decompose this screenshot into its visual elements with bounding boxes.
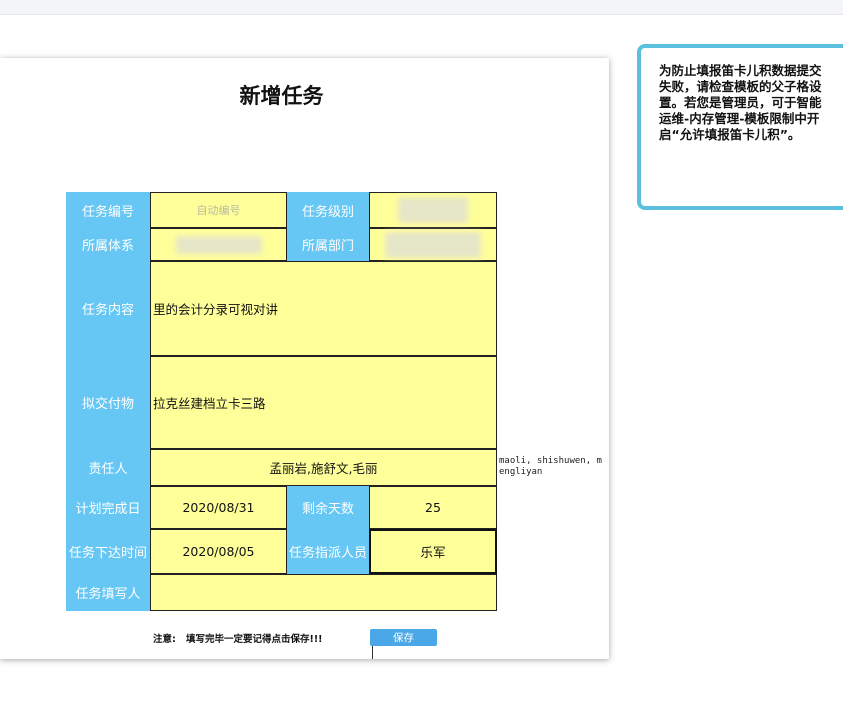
tip-panel: 为防止填报笛卡儿积数据提交失败，请检查模板的父子格设置。若您是管理员，可于智能运… [637, 44, 843, 210]
owner-field[interactable]: 孟丽岩,施舒文,毛丽 [150, 449, 497, 486]
label-due-date: 计划完成日 [66, 486, 150, 529]
filler-field[interactable] [150, 574, 497, 611]
label-department: 所属部门 [287, 228, 369, 261]
label-filler: 任务填写人 [66, 574, 150, 611]
label-system: 所属体系 [66, 228, 150, 261]
due-date-field[interactable]: 2020/08/31 [150, 486, 287, 529]
label-task-level: 任务级别 [287, 192, 369, 228]
note-label: 注意: [153, 634, 176, 645]
page-title: 新增任务 [239, 84, 324, 108]
remaining-field: 25 [369, 486, 497, 529]
deliverable-field[interactable]: 拉克丝建档立卡三路 [150, 356, 497, 449]
save-button[interactable]: 保存 [370, 629, 437, 646]
content-field[interactable]: 里的会计分录可视对讲 [150, 261, 497, 356]
note-text: 填写完毕一定要记得点击保存!!! [186, 634, 323, 645]
redacted-task-level [398, 197, 468, 223]
label-assigner: 任务指派人员 [287, 529, 369, 574]
redacted-department [385, 231, 481, 258]
redacted-system [175, 235, 262, 254]
system-field[interactable] [150, 228, 287, 261]
assigner-field[interactable]: 乐军 [369, 529, 497, 574]
task-no-field[interactable]: 自动编号 [150, 192, 287, 228]
cursor-divider [372, 646, 373, 659]
label-task-no: 任务编号 [66, 192, 150, 228]
department-field[interactable] [369, 228, 497, 261]
label-content: 任务内容 [66, 261, 150, 356]
label-issue-date: 任务下达时间 [66, 529, 150, 574]
label-deliverable: 拟交付物 [66, 356, 150, 449]
top-toolbar [0, 0, 843, 15]
tip-text: 为防止填报笛卡儿积数据提交失败，请检查模板的父子格设置。若您是管理员，可于智能运… [659, 63, 822, 142]
label-owner: 责任人 [66, 449, 150, 486]
task-no-placeholder: 自动编号 [196, 204, 241, 217]
owner-ids-text: maoli, shishuwen, mengliyan [499, 456, 602, 477]
issue-date-field[interactable]: 2020/08/05 [150, 529, 287, 574]
task-level-field[interactable] [369, 192, 497, 228]
label-remaining: 剩余天数 [287, 486, 369, 529]
